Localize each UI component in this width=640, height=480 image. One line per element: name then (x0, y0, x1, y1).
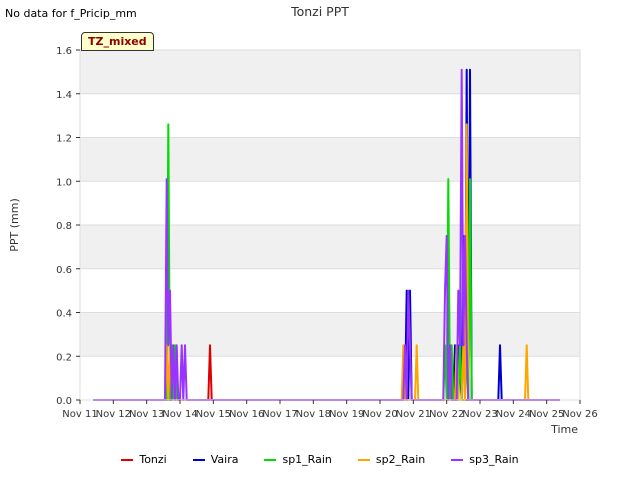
x-tick-label: Nov 25 (529, 409, 564, 420)
legend-label: sp3_Rain (469, 453, 519, 466)
ppt-chart: Nov 11Nov 12Nov 13Nov 14Nov 15Nov 16Nov … (8, 46, 598, 436)
x-tick-label: Nov 18 (296, 409, 331, 420)
x-tick-label: Nov 15 (196, 409, 231, 420)
legend-item-tonzi: Tonzi (121, 453, 167, 466)
y-tick-label: 1.6 (56, 46, 72, 57)
x-tick-label: Nov 12 (96, 409, 131, 420)
legend-item-sp2_rain: sp2_Rain (357, 453, 426, 466)
site-badge: TZ_mixed (81, 32, 154, 51)
y-tick-label: 0.0 (56, 396, 72, 407)
x-tick-label: Nov 14 (162, 409, 197, 420)
x-tick-label: Nov 20 (362, 409, 397, 420)
legend-label: Tonzi (139, 453, 167, 466)
grid-band (80, 312, 580, 357)
x-tick-label: Nov 19 (329, 409, 364, 420)
y-tick-label: 1.0 (56, 177, 72, 188)
x-tick-label: Nov 17 (262, 409, 297, 420)
y-tick-label: 1.4 (56, 90, 72, 101)
legend-swatch (192, 458, 205, 461)
legend-swatch (121, 458, 134, 461)
y-tick-label: 0.8 (56, 221, 72, 232)
x-tick-label: Nov 13 (129, 409, 164, 420)
legend-label: Vaira (210, 453, 239, 466)
grid-band (80, 137, 580, 182)
legend-swatch (357, 458, 370, 461)
x-axis-ticks: Nov 11Nov 12Nov 13Nov 14Nov 15Nov 16Nov … (62, 400, 598, 420)
y-axis-ticks: 0.0 0.2 0.4 0.6 0.8 1.0 1.2 1.4 1.6 (56, 46, 80, 407)
x-axis-label: Time (550, 423, 578, 436)
y-tick-label: 1.2 (56, 134, 72, 145)
legend-swatch (264, 458, 277, 461)
grid-band (80, 225, 580, 269)
y-tick-label: 0.4 (56, 309, 72, 320)
legend-label: sp1_Rain (282, 453, 332, 466)
y-tick-label: 0.6 (56, 265, 72, 276)
x-tick-label: Nov 23 (462, 409, 497, 420)
legend-swatch (451, 458, 464, 461)
legend: Tonzi Vaira sp1_Rain sp2_Rain sp3_Rain (0, 453, 640, 466)
legend-item-sp1_rain: sp1_Rain (264, 453, 332, 466)
x-tick-label: Nov 11 (62, 409, 97, 420)
legend-label: sp2_Rain (375, 453, 426, 466)
y-tick-label: 0.2 (56, 352, 72, 363)
y-axis-label: PPT (mm) (8, 198, 21, 252)
x-tick-label: Nov 24 (496, 409, 531, 420)
x-tick-label: Nov 22 (429, 409, 464, 420)
grid-band (80, 50, 580, 94)
legend-item-vaira: Vaira (192, 453, 239, 466)
x-tick-label: Nov 16 (229, 409, 264, 420)
x-tick-label: Nov 21 (396, 409, 431, 420)
x-tick-label: Nov 26 (562, 409, 597, 420)
legend-item-sp3_rain: sp3_Rain (451, 453, 519, 466)
